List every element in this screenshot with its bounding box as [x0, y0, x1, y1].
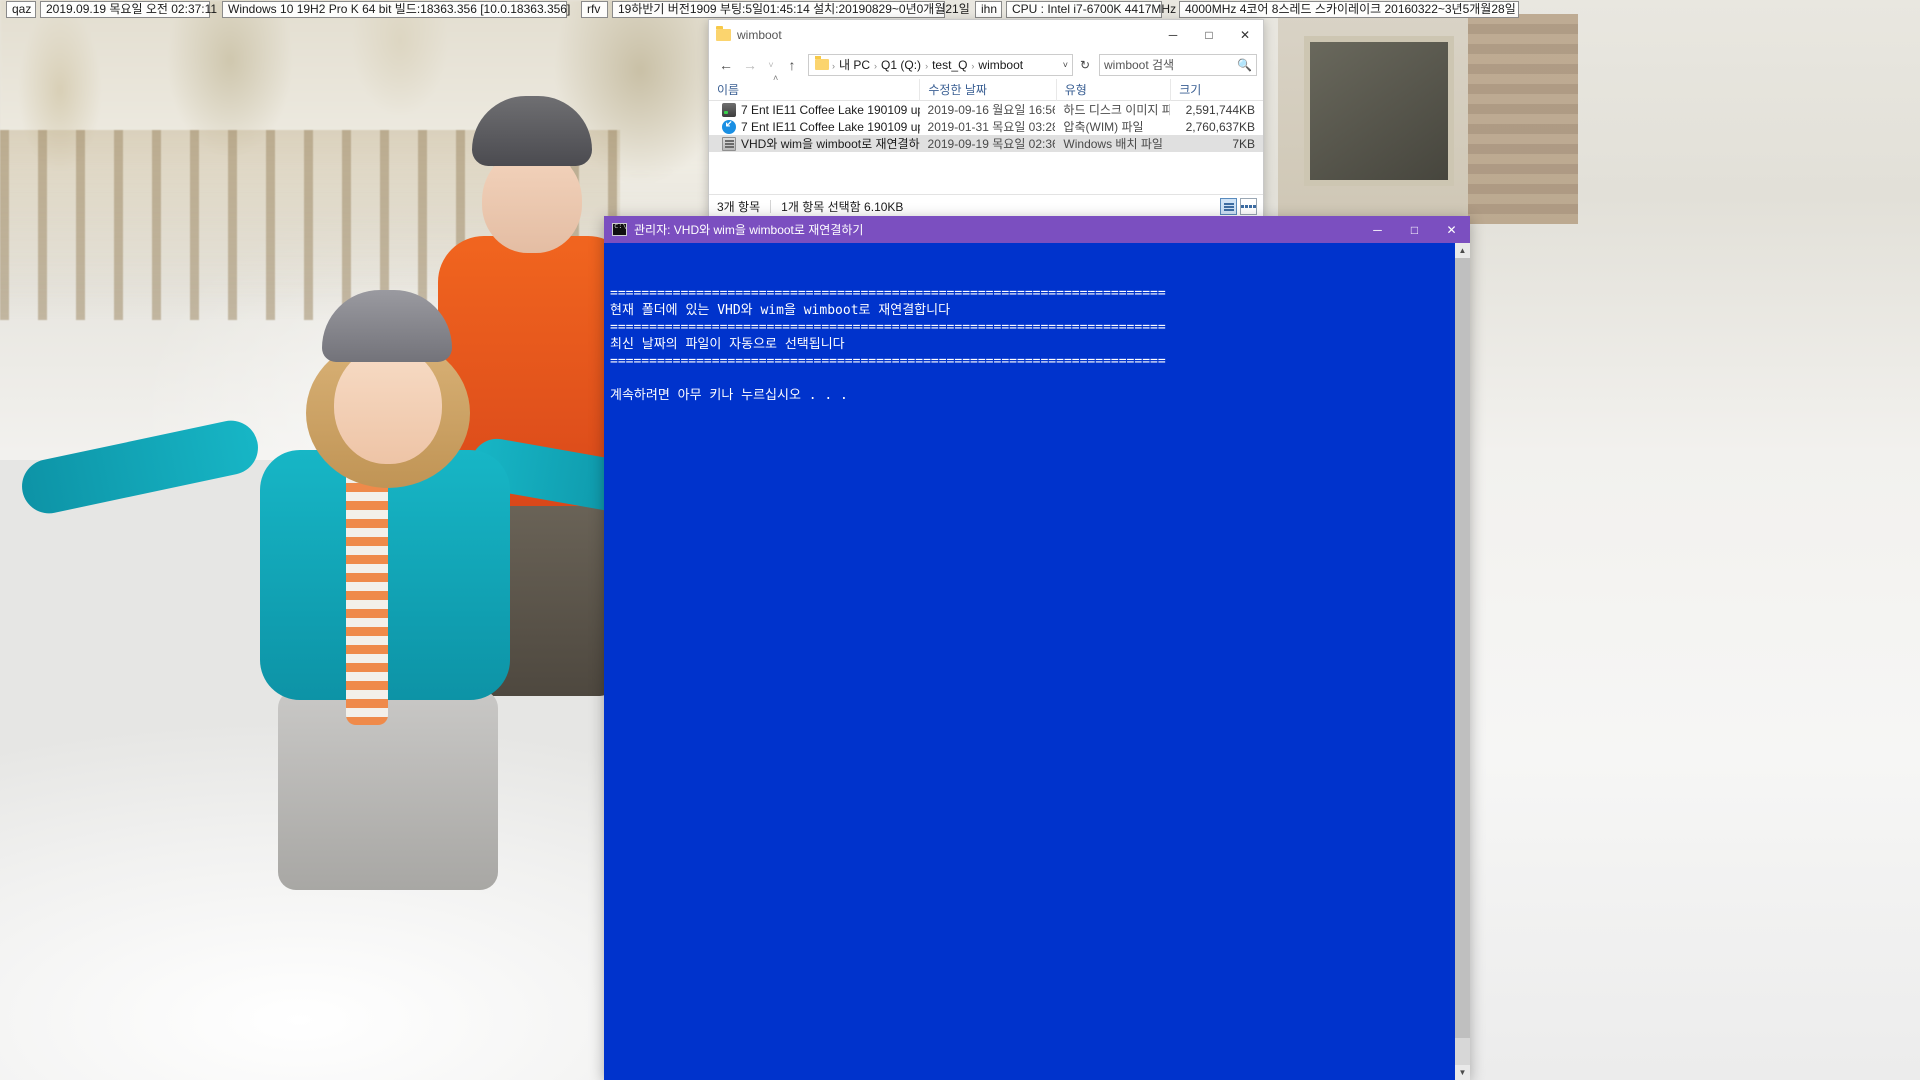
bat-script-icon [722, 136, 736, 151]
cell-date: 2019-09-16 월요일 16:56 [927, 103, 1056, 117]
status-bar: 3개 항목 1개 항목 선택함 6.10KB [709, 194, 1263, 218]
details-view-button[interactable] [1220, 198, 1237, 215]
console-title: 관리자: VHD와 wim을 wimboot로 재연결하기 [634, 223, 864, 237]
table-row[interactable]: VHD와 wim을 wimboot로 재연결하기.bat 2019-09-19 목… [709, 135, 1263, 152]
up-button[interactable]: ↑ [781, 54, 803, 76]
maximize-button[interactable]: □ [1191, 20, 1227, 50]
file-name-label: 7 Ent IE11 Coffee Lake 190109 up wb.vhd [741, 102, 920, 117]
cell-name[interactable]: VHD와 wim을 wimboot로 재연결하기.bat [709, 135, 920, 152]
vhd-disk-icon [722, 102, 736, 117]
file-name-label: VHD와 wim을 wimboot로 재연결하기.bat [741, 137, 920, 151]
console-scrollbar[interactable]: ▲ ▼ [1455, 243, 1470, 1080]
console-titlebar[interactable]: 관리자: VHD와 wim을 wimboot로 재연결하기 ─ □ ✕ [604, 216, 1470, 243]
folder-icon [716, 26, 731, 41]
explorer-window-controls[interactable]: ─ □ ✕ [1155, 20, 1263, 50]
info-chip-7: 4000MHz 4코어 8스레드 스카이레이크 20160322~3년5개월28… [1179, 1, 1519, 18]
sort-ascending-icon: ˄ [773, 72, 779, 83]
breadcrumb[interactable]: › 내 PC › Q1 (Q:) › test_Q › wimboot [831, 56, 1026, 73]
cell-name[interactable]: 7 Ent IE11 Coffee Lake 190109 up.wim [709, 119, 920, 134]
wim-archive-icon [722, 119, 736, 134]
console-line-6 [610, 371, 1470, 388]
address-folder-icon [815, 56, 829, 70]
cell-type: 압축(WIM) 파일 [1063, 120, 1144, 134]
cell-date: 2019-09-19 목요일 02:36 [927, 137, 1056, 151]
forward-button[interactable]: → [739, 54, 761, 76]
selection-label: 1개 항목 선택함 6.10KB [781, 200, 904, 214]
item-count-label: 3개 항목 [717, 200, 761, 214]
explorer-navigation-bar[interactable]: ← → ˅ ↑ › 내 PC › Q1 (Q:) › test_Q › wimboot ˅ ↻… [709, 50, 1263, 79]
column-header-type[interactable]: 유형 [1055, 78, 1171, 101]
cell-type: Windows 배치 파일 [1063, 137, 1163, 151]
table-row[interactable]: 7 Ent IE11 Coffee Lake 190109 up wb.vhd 2… [709, 101, 1263, 118]
file-list[interactable]: 7 Ent IE11 Coffee Lake 190109 up wb.vhd 2… [709, 101, 1263, 152]
search-placeholder: wimboot 검색 [1104, 58, 1175, 72]
wallpaper-child-girl [17, 290, 654, 890]
console-window-controls[interactable]: ─ □ ✕ [1359, 216, 1470, 243]
breadcrumb-item-1[interactable]: Q1 (Q:) [878, 58, 924, 72]
column-header-row[interactable]: 이름 ˄ 수정한 날짜 유형 크기 [709, 73, 1263, 101]
chevron-down-icon[interactable]: ˅ [1063, 60, 1068, 70]
console-line-0 [610, 269, 1470, 286]
command-prompt-window[interactable]: 관리자: VHD와 wim을 wimboot로 재연결하기 ─ □ ✕ ====… [604, 216, 1470, 1080]
console-line-2: 현재 폴더에 있는 VHD와 wim을 wimboot로 재연결합니다 [610, 303, 951, 318]
column-header-name[interactable]: 이름 ˄ [709, 73, 919, 101]
column-header-date[interactable]: 수정한 날짜 [919, 78, 1055, 101]
console-maximize-button[interactable]: □ [1396, 216, 1433, 243]
cell-name[interactable]: 7 Ent IE11 Coffee Lake 190109 up wb.vhd [709, 102, 920, 117]
console-line-3: ========================================… [610, 320, 1166, 335]
breadcrumb-item-2[interactable]: test_Q [929, 58, 970, 72]
wallpaper-building [1278, 14, 1578, 224]
address-bar[interactable]: › 내 PC › Q1 (Q:) › test_Q › wimboot ˅ [808, 53, 1073, 76]
search-icon[interactable]: 🔍 [1237, 58, 1252, 72]
breadcrumb-item-0[interactable]: 내 PC [836, 58, 873, 72]
large-icons-view-button[interactable] [1240, 198, 1257, 215]
console-minimize-button[interactable]: ─ [1359, 216, 1396, 243]
console-line-7: 계속하려면 아무 키나 누르십시오 . . . [610, 388, 848, 403]
scroll-down-arrow-icon[interactable]: ▼ [1455, 1065, 1470, 1080]
info-chip-6: CPU : Intel i7-6700K 4417MHz [1006, 1, 1176, 18]
cell-size: 2,591,744KB [1185, 102, 1256, 117]
search-input[interactable]: wimboot 검색 🔍 [1099, 53, 1257, 76]
cmd-icon [612, 222, 627, 236]
info-chip-3: rfv [581, 1, 608, 18]
console-line-5: ========================================… [610, 354, 1166, 369]
explorer-titlebar[interactable]: wimboot ─ □ ✕ [709, 20, 1263, 50]
cell-size: 2,760,637KB [1185, 119, 1256, 134]
info-chip-2: Windows 10 19H2 Pro K 64 bit 빌드:18363.35… [222, 1, 570, 18]
file-name-label: 7 Ent IE11 Coffee Lake 190109 up.wim [741, 119, 920, 134]
column-header-size[interactable]: 크기 [1170, 78, 1263, 101]
breadcrumb-item-3[interactable]: wimboot [975, 58, 1026, 72]
minimize-button[interactable]: ─ [1155, 20, 1191, 50]
back-button[interactable]: ← [715, 54, 737, 76]
table-row[interactable]: 7 Ent IE11 Coffee Lake 190109 up.wim 2019… [709, 118, 1263, 135]
info-chip-1: 2019.09.19 목요일 오전 02:37:11 [40, 1, 217, 18]
view-mode-buttons[interactable] [1220, 198, 1257, 215]
info-chip-0: qaz [6, 1, 36, 18]
console-line-4: 최신 날짜의 파일이 자동으로 선택됩니다 [610, 337, 845, 352]
info-chip-5: ihn [975, 1, 1002, 18]
console-output[interactable]: ========================================… [604, 243, 1470, 1080]
close-button[interactable]: ✕ [1227, 20, 1263, 50]
explorer-title: wimboot [737, 28, 782, 42]
file-explorer-window[interactable]: wimboot ─ □ ✕ ← → ˅ ↑ › 내 PC › Q1 (Q:) › test… [708, 19, 1264, 219]
scroll-up-arrow-icon[interactable]: ▲ [1455, 243, 1470, 258]
console-line-1: ========================================… [610, 286, 1166, 301]
cell-date: 2019-01-31 목요일 03:28 [927, 120, 1056, 134]
console-close-button[interactable]: ✕ [1433, 216, 1470, 243]
scrollbar-thumb[interactable] [1455, 258, 1470, 1038]
cell-size: 7KB [1232, 136, 1256, 151]
refresh-icon[interactable]: ↻ [1075, 54, 1095, 76]
status-divider [770, 200, 772, 213]
desktop-info-bar: qaz 2019.09.19 목요일 오전 02:37:11 Windows 10 … [0, 0, 1920, 19]
cell-type: 하드 디스크 이미지 파일 [1063, 103, 1169, 117]
info-chip-4: 19하반기 버전1909 부팅:5일01:45:14 설치:20190829~0… [612, 1, 970, 18]
